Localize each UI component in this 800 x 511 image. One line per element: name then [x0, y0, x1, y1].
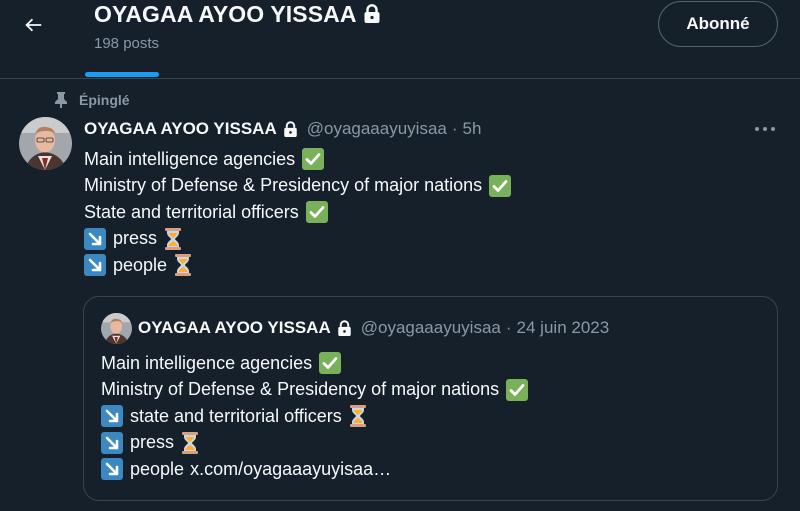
post-count: 198 posts — [94, 35, 160, 52]
line-text: Main intelligence agencies — [84, 148, 296, 169]
separator-dot: · — [505, 318, 512, 337]
check-mark-icon — [506, 378, 529, 401]
profile-title: OYAGAA AYOO YISSAA — [94, 1, 381, 27]
hourglass-icon — [181, 431, 199, 454]
arrow-down-right-icon — [101, 431, 123, 454]
line-text: press — [113, 228, 158, 249]
quote-line: people x.com/oyagaaayuyisaa… — [101, 456, 761, 483]
quote-author-name: OYAGAA AYOO YISSAA — [138, 318, 331, 337]
arrow-left-icon — [25, 18, 42, 32]
arrow-down-right-icon — [101, 405, 123, 428]
pinned-indicator: Épinglé — [54, 90, 130, 110]
pin-icon — [55, 92, 67, 108]
quote-author-handle: @oyagaaayuyisaa — [360, 318, 501, 337]
author-handle[interactable]: @oyagaaayuyisaa — [307, 119, 447, 139]
lock-icon — [363, 4, 381, 24]
quote-date: 24 juin 2023 — [516, 318, 610, 337]
author-name[interactable]: OYAGAA AYOO YISSAA — [84, 119, 277, 139]
tweet-text: Main intelligence agencies Ministry of D… — [84, 146, 744, 279]
line-text: state and territorial officers — [130, 405, 342, 426]
back-button[interactable] — [16, 8, 50, 42]
check-mark-icon — [489, 174, 512, 197]
avatar[interactable] — [19, 117, 72, 170]
arrow-down-right-icon — [84, 254, 106, 277]
check-mark-icon — [305, 201, 328, 224]
profile-name: OYAGAA AYOO YISSAA — [94, 0, 357, 27]
hourglass-icon — [164, 227, 182, 250]
quote-avatar — [101, 313, 132, 344]
hourglass-icon — [349, 405, 367, 428]
lock-icon — [337, 319, 352, 337]
line-text: State and territorial officers — [84, 201, 299, 222]
line-text: Ministry of Defense & Presidency of majo… — [101, 379, 500, 400]
tweet-line: Ministry of Defense & Presidency of majo… — [84, 173, 744, 200]
quote-text: Main intelligence agencies Ministry of D… — [101, 350, 761, 483]
more-options-button[interactable] — [752, 118, 778, 140]
line-text: people — [113, 254, 168, 275]
line-text: people — [130, 458, 185, 479]
tweet-timestamp[interactable]: 5h — [463, 119, 482, 139]
line-text: Ministry of Defense & Presidency of majo… — [84, 175, 483, 196]
check-mark-icon — [319, 352, 342, 375]
quote-line: state and territorial officers — [101, 403, 761, 430]
quote-link[interactable]: x.com/oyagaaayuyisaa… — [190, 459, 391, 480]
more-icon — [755, 127, 775, 131]
tweet-header: OYAGAA AYOO YISSAA @oyagaaayuyisaa · 5h — [84, 118, 481, 140]
line-text: Main intelligence agencies — [101, 352, 313, 373]
quote-header: OYAGAA AYOO YISSAA @oyagaaayuyisaa · 24 … — [138, 317, 609, 339]
hourglass-icon — [174, 254, 192, 277]
lock-icon — [283, 120, 298, 138]
quote-line: press — [101, 430, 761, 457]
profile-header: OYAGAA AYOO YISSAA 198 posts Abonné — [0, 0, 800, 79]
check-mark-icon — [302, 148, 325, 171]
arrow-down-right-icon — [101, 458, 123, 481]
tweet-line: people — [84, 252, 744, 279]
pinned-label: Épinglé — [79, 92, 130, 108]
line-text: press — [130, 432, 175, 453]
tweet-line: press — [84, 226, 744, 253]
following-button[interactable]: Abonné — [658, 1, 778, 47]
quote-line: Ministry of Defense & Presidency of majo… — [101, 377, 761, 404]
tweet-line: State and territorial officers — [84, 199, 744, 226]
arrow-down-right-icon — [84, 227, 106, 250]
active-tab-indicator — [85, 72, 159, 77]
tweet-line: Main intelligence agencies — [84, 146, 744, 173]
quote-line: Main intelligence agencies — [101, 350, 761, 377]
separator-dot: · — [451, 119, 458, 138]
